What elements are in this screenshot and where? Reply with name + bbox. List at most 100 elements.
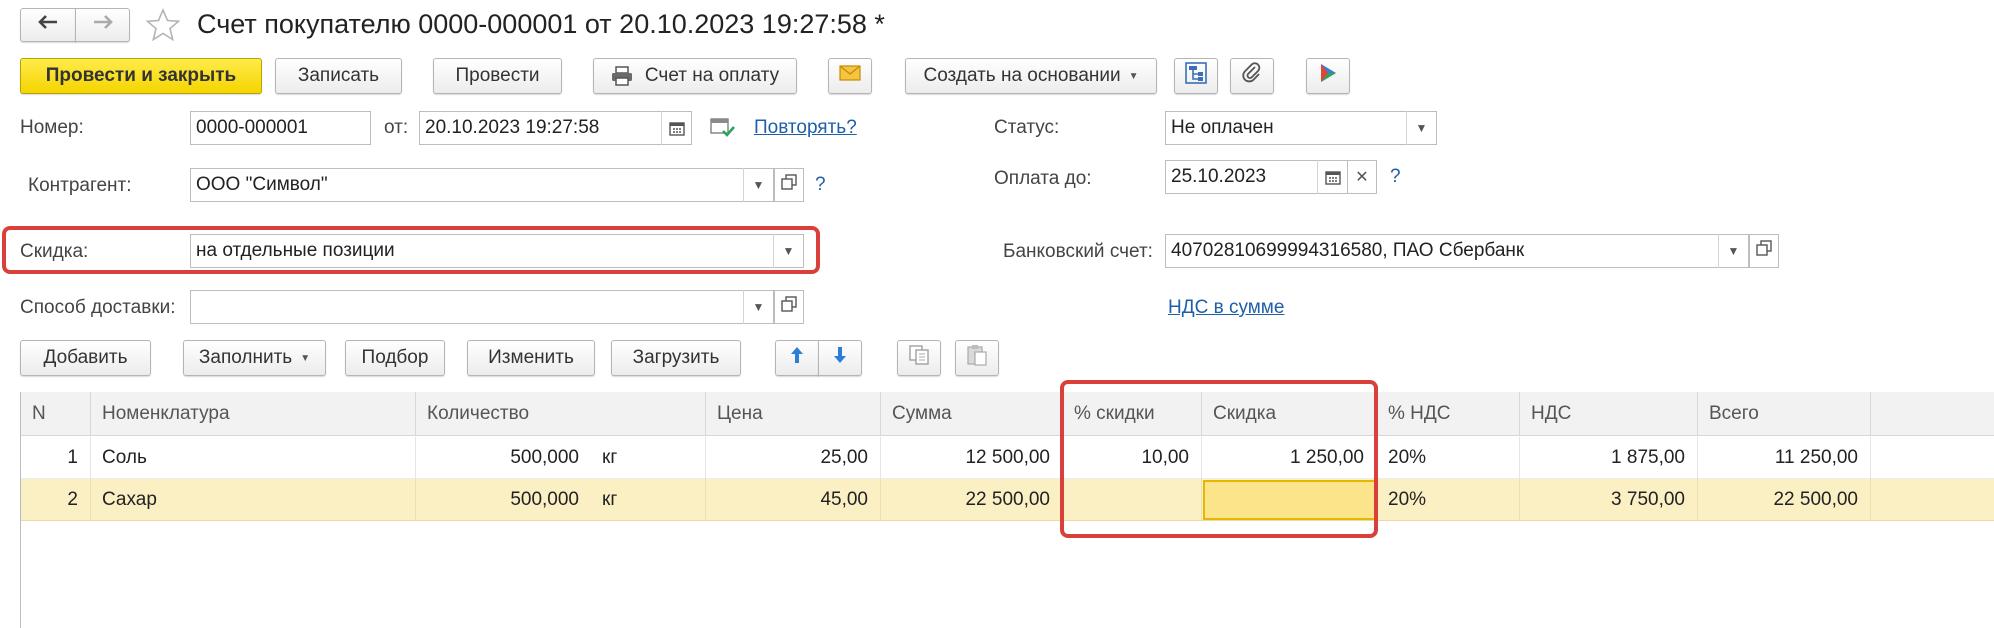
total[interactable]: 22 500,00	[1698, 479, 1871, 521]
structure-button[interactable]	[1174, 58, 1218, 94]
vat-rate[interactable]: 20%	[1377, 437, 1520, 479]
calendar-icon[interactable]	[661, 111, 691, 145]
fill-button[interactable]: Заполнить ▼	[183, 340, 326, 376]
open-bank-account-button[interactable]	[1749, 234, 1779, 268]
col-header-item[interactable]: Номенклатура	[91, 392, 416, 436]
col-header-total[interactable]: Всего	[1698, 392, 1871, 436]
copy-icon	[908, 344, 930, 372]
open-icon	[781, 174, 797, 196]
clear-payment-due-button[interactable]: ✕	[1347, 160, 1377, 194]
repeat-icon	[710, 117, 736, 145]
post-button[interactable]: Провести	[433, 58, 562, 94]
discount-columns-highlight	[1060, 380, 1378, 538]
window-title: Счет покупателю 0000-000001 от 20.10.202…	[197, 9, 885, 39]
copy-rows-button[interactable]	[897, 340, 941, 376]
move-down-button[interactable]	[818, 340, 862, 376]
unit[interactable]: кг	[591, 479, 706, 521]
row-number: 2	[21, 479, 91, 521]
create-based-on-button[interactable]: Создать на основании ▼	[905, 58, 1157, 94]
open-counterparty-button[interactable]	[774, 168, 804, 202]
col-header-qty[interactable]: Количество	[416, 392, 706, 436]
counterparty-label: Контрагент:	[28, 175, 132, 196]
payment-due-field[interactable]: 25.10.2023	[1165, 160, 1348, 194]
number-field[interactable]: 0000-000001	[190, 111, 371, 145]
row-number: 1	[21, 437, 91, 479]
open-icon	[1756, 240, 1772, 262]
load-button[interactable]: Загрузить	[611, 340, 741, 376]
calendar-icon[interactable]	[1317, 160, 1347, 194]
bank-account-label: Банковский счет:	[1003, 241, 1153, 262]
print-invoice-button[interactable]: Счет на оплату	[593, 58, 797, 94]
repeat-link[interactable]: Повторять?	[754, 117, 857, 139]
unit[interactable]: кг	[591, 437, 706, 479]
open-delivery-button[interactable]	[774, 290, 804, 324]
arrow-down-icon	[832, 345, 848, 371]
arrow-up-icon	[789, 345, 805, 371]
counterparty-field[interactable]: ООО "Символ" ▼	[190, 168, 774, 202]
fill-label: Заполнить	[198, 347, 293, 368]
move-up-button[interactable]	[775, 340, 819, 376]
print-invoice-label: Счет на оплату	[644, 65, 780, 86]
bank-account-value: 40702810699994316580, ПАО Сбербанк	[1171, 240, 1525, 261]
attachments-button[interactable]	[1230, 58, 1274, 94]
item-name[interactable]: Сахар	[91, 479, 416, 521]
total[interactable]: 11 250,00	[1698, 437, 1871, 479]
dropdown-arrow-icon: ▼	[300, 352, 311, 364]
delivery-field[interactable]: ▼	[190, 290, 774, 324]
col-header-vat[interactable]: НДС	[1520, 392, 1698, 436]
vat-amount[interactable]: 1 875,00	[1520, 437, 1698, 479]
payment-due-label: Оплата до:	[994, 168, 1092, 189]
vat-in-sum-link[interactable]: НДС в сумме	[1168, 297, 1284, 319]
counterparty-help[interactable]: ?	[815, 174, 826, 196]
paperclip-icon	[1241, 62, 1263, 90]
item-name[interactable]: Соль	[91, 437, 416, 479]
number-label: Номер:	[20, 117, 84, 138]
vat-rate[interactable]: 20%	[1377, 479, 1520, 521]
price[interactable]: 25,00	[706, 437, 881, 479]
date-value: 20.10.2023 19:27:58	[425, 117, 600, 138]
quantity[interactable]: 500,000	[416, 437, 591, 479]
payment-due-value: 25.10.2023	[1171, 166, 1267, 187]
edo-exchange-icon	[1316, 61, 1340, 91]
sum[interactable]: 12 500,00	[881, 437, 1063, 479]
col-header-filler	[1871, 392, 1994, 436]
email-button[interactable]	[828, 58, 872, 94]
edo-button[interactable]	[1306, 58, 1350, 94]
delivery-label: Способ доставки:	[20, 297, 176, 318]
chevron-down-icon[interactable]: ▼	[1406, 111, 1436, 145]
status-select[interactable]: Не оплачен ▼	[1165, 111, 1437, 145]
envelope-icon	[839, 65, 861, 87]
dropdown-arrow-icon: ▼	[1128, 70, 1139, 82]
save-button[interactable]: Записать	[275, 58, 402, 94]
col-header-sum[interactable]: Сумма	[881, 392, 1063, 436]
payment-due-help[interactable]: ?	[1390, 166, 1401, 188]
vat-amount[interactable]: 3 750,00	[1520, 479, 1698, 521]
col-header-n[interactable]: N	[21, 392, 91, 436]
counterparty-value: ООО "Символ"	[196, 174, 328, 195]
chevron-down-icon[interactable]: ▼	[1718, 234, 1748, 268]
status-label: Статус:	[994, 117, 1060, 138]
printer-icon	[611, 66, 633, 86]
post-and-close-button[interactable]: Провести и закрыть	[20, 58, 262, 94]
chevron-down-icon[interactable]: ▼	[743, 290, 773, 324]
change-button[interactable]: Изменить	[467, 340, 595, 376]
col-header-price[interactable]: Цена	[706, 392, 881, 436]
favorite-star-icon[interactable]	[145, 7, 181, 49]
arrow-left-icon	[37, 14, 59, 36]
chevron-down-icon[interactable]: ▼	[743, 168, 773, 202]
forward-button[interactable]	[75, 8, 130, 42]
col-header-vat-pct[interactable]: % НДС	[1377, 392, 1520, 436]
arrow-right-icon	[92, 14, 114, 36]
status-value: Не оплачен	[1171, 117, 1274, 138]
price[interactable]: 45,00	[706, 479, 881, 521]
date-field[interactable]: 20.10.2023 19:27:58	[419, 111, 692, 145]
paste-rows-button[interactable]	[955, 340, 999, 376]
back-button[interactable]	[20, 8, 76, 42]
sum[interactable]: 22 500,00	[881, 479, 1063, 521]
select-button[interactable]: Подбор	[345, 340, 445, 376]
hierarchy-icon	[1184, 61, 1208, 91]
bank-account-field[interactable]: 40702810699994316580, ПАО Сбербанк ▼	[1165, 234, 1749, 268]
quantity[interactable]: 500,000	[416, 479, 591, 521]
add-row-button[interactable]: Добавить	[20, 340, 151, 376]
clear-icon: ✕	[1355, 169, 1369, 186]
